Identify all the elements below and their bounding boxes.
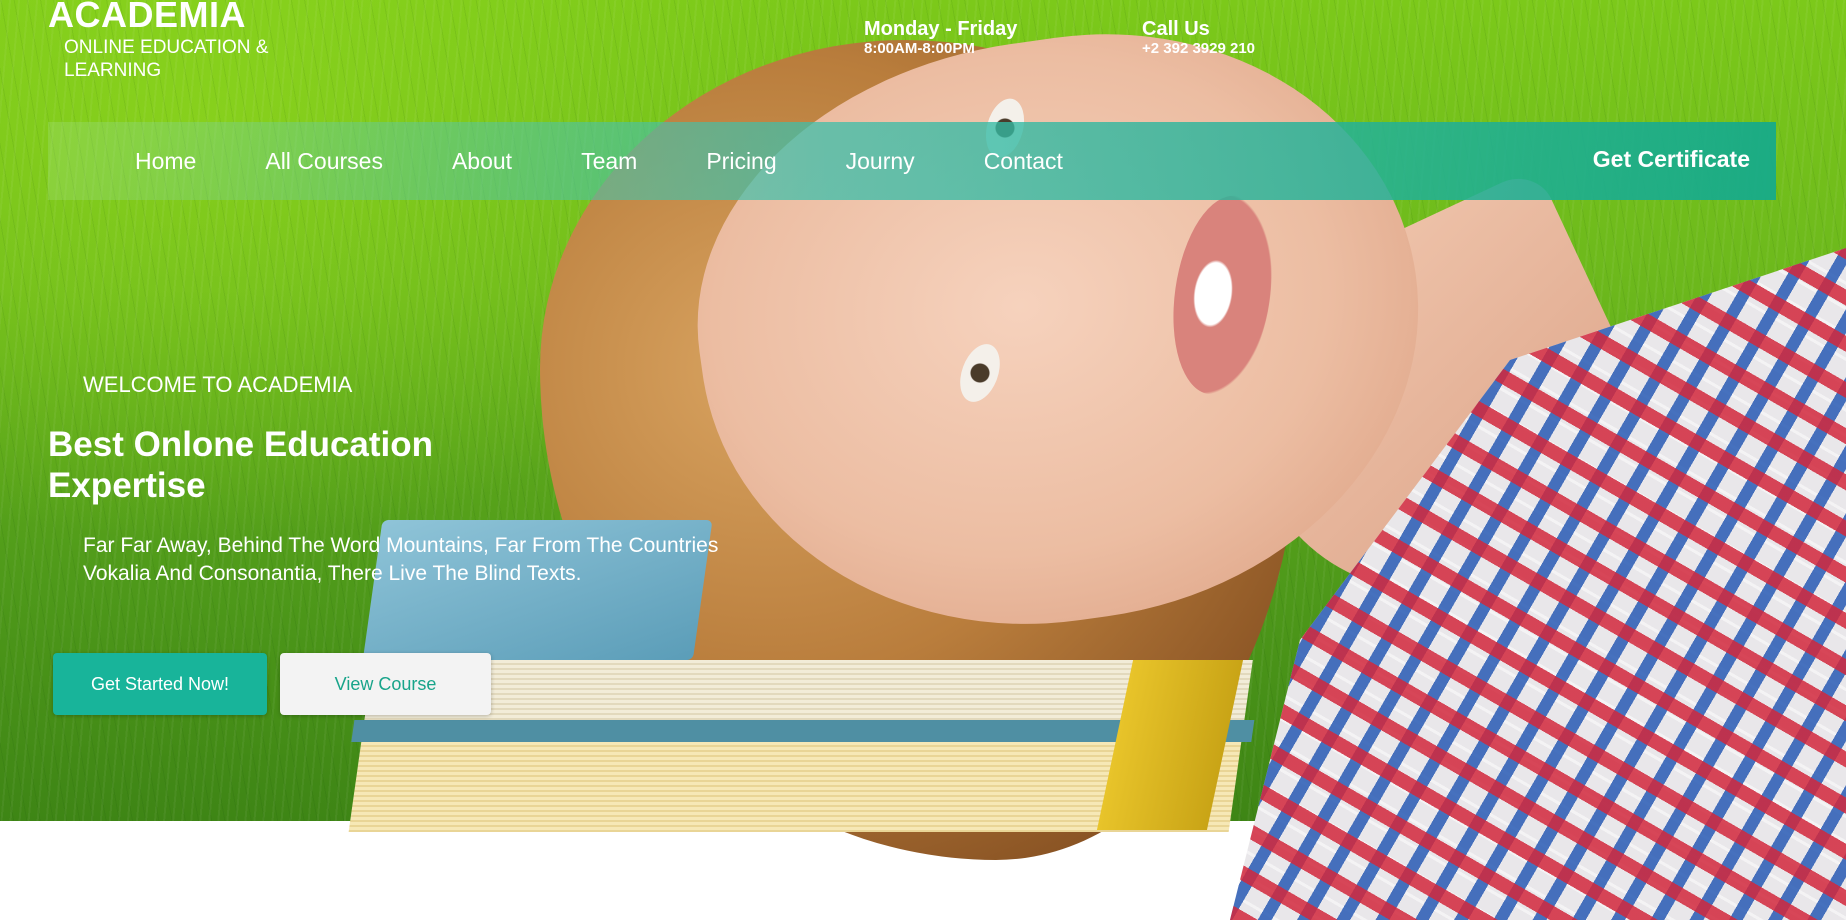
hero-description: Far Far Away, Behind The Word Mountains,… [83, 534, 719, 585]
brand-logo[interactable]: ACADEMIA ONLINE EDUCATION & LEARNING [48, 0, 324, 82]
get-started-button[interactable]: Get Started Now! [53, 653, 267, 715]
nav-item-about[interactable]: About [452, 148, 512, 175]
hours-info: Monday - Friday 8:00AM-8:00PM [864, 18, 1017, 58]
nav-item-contact[interactable]: Contact [984, 148, 1063, 175]
book-pages [364, 660, 1253, 720]
welcome-label: WELCOME TO ACADEMIA [83, 372, 353, 397]
nav-item-journy[interactable]: Journy [846, 148, 915, 175]
main-nav: Home All Courses About Team Pricing Jour… [48, 122, 1776, 200]
phone-number[interactable]: +2 392 3929 210 [1142, 40, 1255, 58]
nav-item-team[interactable]: Team [581, 148, 637, 175]
brand-subtitle: ONLINE EDUCATION & LEARNING [64, 37, 269, 81]
call-info: Call Us +2 392 3929 210 [1142, 18, 1255, 58]
nav-item-home[interactable]: Home [135, 148, 196, 175]
nav-item-all-courses[interactable]: All Courses [265, 148, 383, 175]
brand-title: ACADEMIA [48, 0, 246, 35]
view-course-button[interactable]: View Course [280, 653, 491, 715]
nav-item-pricing[interactable]: Pricing [706, 148, 776, 175]
hours-title: Monday - Friday [864, 18, 1018, 40]
hours-value: 8:00AM-8:00PM [864, 40, 975, 57]
hero-headline: Best Onlone Education Expertise [48, 425, 434, 505]
call-title: Call Us [1142, 18, 1210, 40]
get-certificate-link[interactable]: Get Certificate [1593, 146, 1750, 173]
